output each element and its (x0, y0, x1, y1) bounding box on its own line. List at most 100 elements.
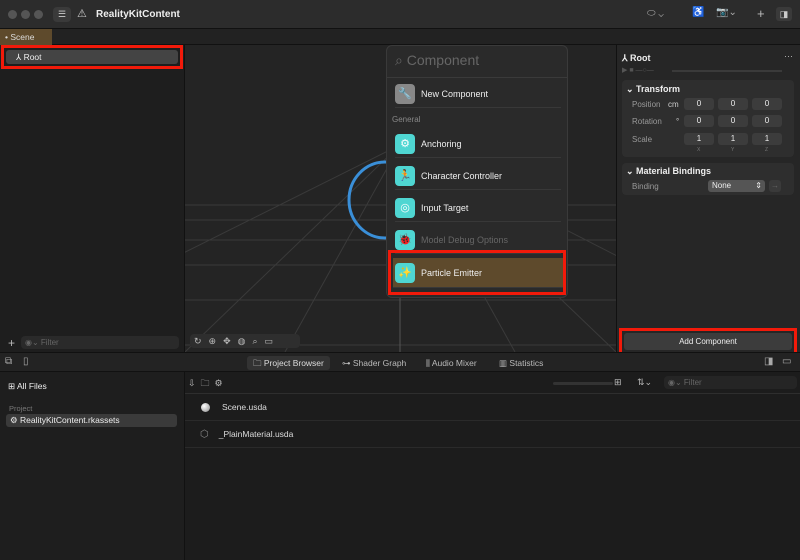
browser-filter-input[interactable]: ◉⌄ Filter (664, 376, 797, 389)
scale-y-field[interactable]: 1 (718, 133, 748, 145)
item-label: Input Target (421, 202, 469, 213)
rotation-y-field[interactable]: 0 (718, 115, 748, 127)
rotation-label: Rotation (632, 117, 662, 126)
sidebar-icon[interactable]: ▯ (23, 356, 29, 367)
sort-icon[interactable]: ⇅⌄ (637, 377, 652, 388)
project-item[interactable]: ⚙ RealityKitContent.rkassets (6, 414, 177, 427)
sphere-icon (201, 402, 210, 412)
project-section-label: Project (9, 404, 33, 413)
bottom-tab-bar: ⧉ ▯ 🗀 Project Browser ⊶ Shader Graph ⫼ A… (0, 352, 800, 372)
file-name: _PlainMaterial.usda (218, 429, 294, 439)
timeline-slider[interactable] (672, 70, 782, 72)
transform-title: Transform (636, 84, 681, 94)
binding-label: Binding (632, 182, 659, 191)
new-component-item[interactable]: 🔧 New Component (395, 80, 561, 108)
all-files-item[interactable]: ⊞ All Files (8, 381, 47, 392)
warning-icon[interactable]: ⚠ (77, 7, 87, 20)
windows-icon[interactable]: ⧉ (5, 356, 12, 367)
file-browser: ⇩🗀⚙ ⊞ ⇅⌄ ◉⌄ Filter Scene.usda ⬡ _PlainMat… (185, 372, 800, 560)
rotation-unit: ° (676, 117, 680, 126)
bug-icon: 🐞 (395, 229, 415, 250)
material-title: Material Bindings (636, 166, 712, 176)
file-row[interactable]: ⬡ _PlainMaterial.usda (185, 421, 800, 448)
playback-controls[interactable]: ▶ ■ —○— (622, 66, 654, 74)
grid-view-icon[interactable]: ⊞ (614, 377, 622, 388)
headset-icon[interactable]: ⬭ ⌄ (647, 8, 664, 19)
axis-x-label: X (697, 147, 701, 153)
add-entity-icon[interactable]: + (8, 336, 15, 350)
more-options-icon[interactable]: ··· (784, 51, 793, 61)
minimize-window-button[interactable] (21, 10, 30, 19)
position-y-field[interactable]: 0 (718, 98, 748, 110)
zoom-window-button[interactable] (34, 10, 43, 19)
tab-project-browser[interactable]: 🗀 Project Browser (247, 356, 330, 370)
hierarchy-item-root[interactable]: ⅄ Root (6, 50, 178, 64)
item-label: Anchoring (421, 138, 462, 149)
running-figure-icon: 🏃 (395, 165, 415, 186)
search-icon: ⌕ (395, 52, 403, 68)
component-input-target[interactable]: ◎ Input Target (395, 194, 561, 222)
sidebar-toggle-icon[interactable]: ☰ (53, 7, 71, 22)
root-label: Root (23, 52, 42, 62)
tab-shader-graph[interactable]: ⊶ Shader Graph (336, 356, 412, 370)
scale-x-field[interactable]: 1 (684, 133, 714, 145)
sparkles-icon: ✨ (395, 262, 415, 283)
cube-icon: ⬡ (200, 428, 209, 440)
wrench-icon: 🔧 (395, 83, 415, 104)
binding-value: None (712, 181, 732, 190)
item-label: Particle Emitter (421, 267, 483, 278)
item-label: New Component (421, 88, 489, 99)
component-anchoring[interactable]: ⚙ Anchoring (395, 130, 561, 158)
tab-audio-mixer[interactable]: ⫼ Audio Mixer (420, 356, 483, 370)
tab-label: Project Browser (263, 358, 324, 368)
camera-icon[interactable]: 📷⌄ (716, 7, 737, 18)
accessibility-icon[interactable]: ♿ (692, 7, 704, 18)
add-icon[interactable]: + (757, 6, 765, 21)
browser-toolbar-icons[interactable]: ⇩🗀⚙ (188, 376, 228, 392)
position-label: Position (632, 100, 661, 109)
search-input[interactable]: ⌕ Component (395, 52, 479, 69)
filter-placeholder: Filter (683, 378, 702, 387)
browser-sidebar: ⊞ All Files Project ⚙ RealityKitContent.… (0, 372, 185, 560)
file-row[interactable]: Scene.usda (185, 394, 800, 421)
tab-scene[interactable]: • Scene (0, 29, 52, 45)
right-panel-icon[interactable]: ◨ (764, 356, 773, 367)
filter-placeholder: Filter (40, 338, 59, 347)
component-particle-emitter[interactable]: ✨ Particle Emitter (393, 258, 563, 288)
binding-select[interactable]: None ⇕ (708, 180, 765, 192)
rotation-x-field[interactable]: 0 (684, 115, 714, 127)
scene-hierarchy: ⅄ Root + ◉⌄ Filter (0, 45, 185, 352)
tab-statistics[interactable]: ▥ Statistics (493, 356, 549, 370)
all-files-label: All Files (17, 381, 47, 391)
divider (387, 77, 567, 78)
bottom-panel-icon[interactable]: ▭ (782, 356, 791, 367)
search-placeholder: Component (406, 52, 480, 68)
position-z-field[interactable]: 0 (752, 98, 782, 110)
position-x-field[interactable]: 0 (684, 98, 714, 110)
scale-label: Scale (632, 135, 653, 144)
title-bar: ☰ ⚠ RealityKitContent ⬭ ⌄ ♿ 📷⌄ + ◨ (0, 0, 800, 29)
material-header[interactable]: ⌄ Material Bindings (626, 166, 711, 177)
component-model-debug-options[interactable]: 🐞 Model Debug Options (395, 226, 561, 254)
close-window-button[interactable] (8, 10, 17, 19)
tab-bar: • Scene (0, 29, 800, 45)
viewport-tools[interactable]: ↻⊕✥◍⌕▭ (190, 334, 300, 348)
transform-header[interactable]: ⌄ Transform (626, 84, 680, 95)
section-general: General (392, 115, 421, 124)
go-to-material-icon[interactable]: → (769, 180, 781, 192)
tab-label: Statistics (509, 358, 544, 368)
material-bindings-section: ⌄ Material Bindings Binding None ⇕ → (622, 163, 794, 195)
file-name: Scene.usda (222, 402, 267, 412)
position-unit: cm (668, 100, 679, 109)
hierarchy-filter-input[interactable]: ◉⌄ Filter (21, 336, 179, 349)
window-title: RealityKitContent (96, 9, 180, 20)
add-component-button[interactable]: Add Component (624, 333, 792, 350)
component-character-controller[interactable]: 🏃 Character Controller (395, 162, 561, 190)
transform-section: ⌄ Transform Position cm 0 0 0 Rotation °… (622, 80, 794, 157)
inspector-toggle-icon[interactable]: ◨ (776, 7, 792, 21)
scale-z-field[interactable]: 1 (752, 133, 782, 145)
thumbnail-size-slider[interactable] (553, 382, 613, 385)
rotation-z-field[interactable]: 0 (752, 115, 782, 127)
tab-label: Shader Graph (352, 358, 407, 368)
inspector-title-text: Root (630, 53, 651, 63)
